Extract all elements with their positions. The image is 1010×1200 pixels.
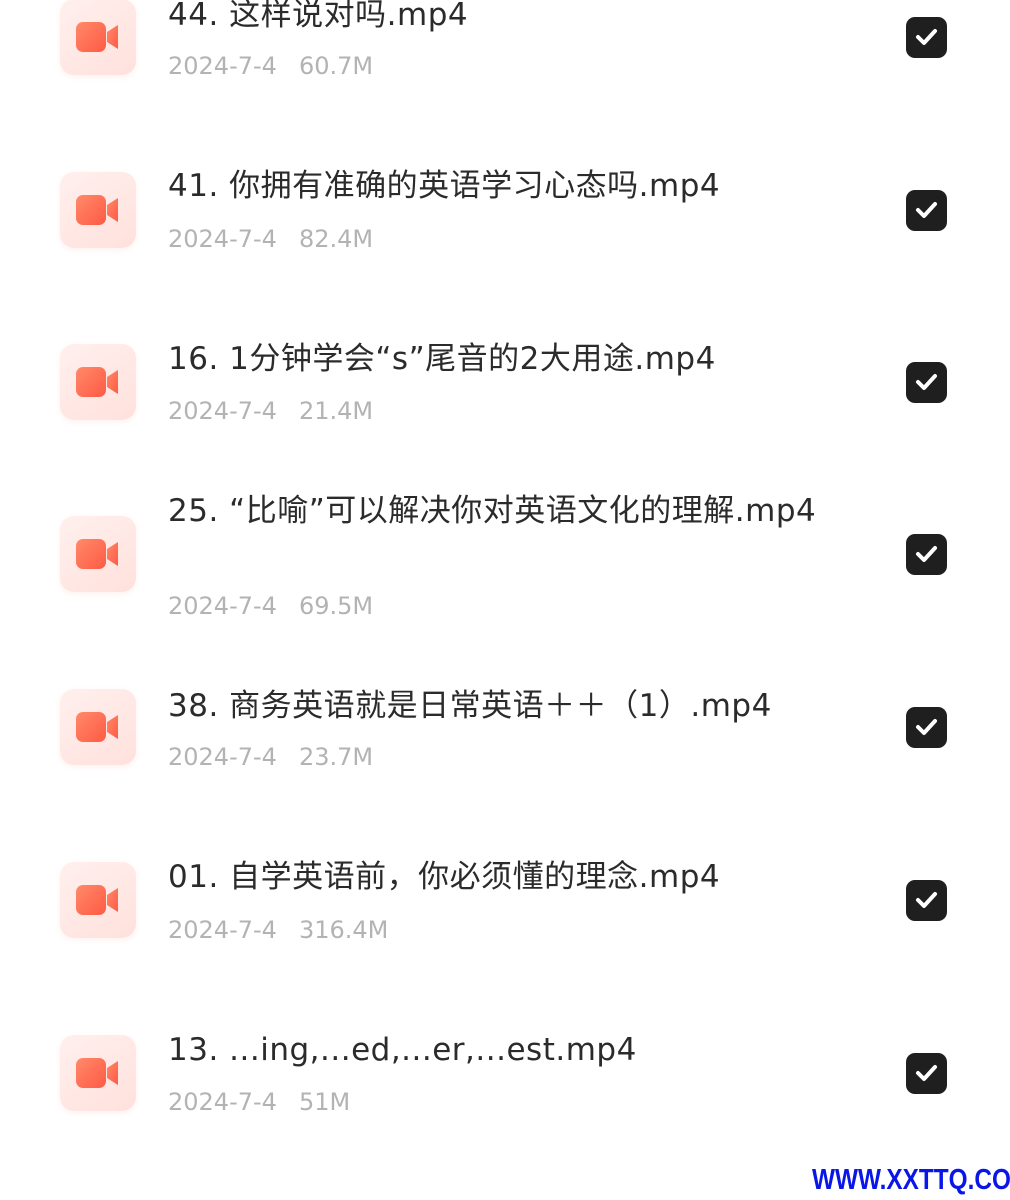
file-name: 44. 这样说对吗.mp4 xyxy=(168,0,469,33)
file-date: 2024-7-4 xyxy=(168,1088,277,1116)
file-checkbox[interactable] xyxy=(906,534,947,575)
file-meta: 2024-7-4 51M xyxy=(168,1087,350,1117)
video-camera-icon xyxy=(76,1058,118,1088)
file-meta: 2024-7-4 69.5M xyxy=(168,591,373,621)
checkmark-icon xyxy=(916,29,937,45)
checkmark-icon xyxy=(916,202,937,218)
file-size: 21.4M xyxy=(298,397,374,425)
video-camera-icon xyxy=(76,367,118,397)
file-date: 2024-7-4 xyxy=(168,916,277,944)
file-size: 60.7M xyxy=(298,52,374,80)
video-camera-icon xyxy=(76,539,118,569)
video-camera-icon xyxy=(76,195,118,225)
file-name: 25. “比喻”可以解决你对英语文化的理解.mp4 xyxy=(168,493,817,529)
file-date: 2024-7-4 xyxy=(168,52,277,80)
video-camera-icon xyxy=(76,712,118,742)
checkmark-icon xyxy=(916,546,937,562)
file-date: 2024-7-4 xyxy=(168,743,277,771)
video-camera-icon xyxy=(76,22,118,52)
file-name: 16. 1分钟学会“s”尾音的2大用途.mp4 xyxy=(168,341,716,377)
file-checkbox[interactable] xyxy=(906,1053,947,1094)
file-meta: 2024-7-4 82.4M xyxy=(168,224,373,254)
video-file-icon xyxy=(60,344,136,420)
watermark-text: WWW.XXTTQ.COM xyxy=(812,1164,1010,1196)
file-date: 2024-7-4 xyxy=(168,592,277,620)
checkmark-icon xyxy=(916,719,937,735)
file-size: 82.4M xyxy=(298,225,374,253)
file-meta: 2024-7-4 23.7M xyxy=(168,742,373,772)
file-checkbox[interactable] xyxy=(906,190,947,231)
file-size: 316.4M xyxy=(298,916,389,944)
video-file-icon xyxy=(60,689,136,765)
file-date: 2024-7-4 xyxy=(168,225,277,253)
file-name: 41. 你拥有准确的英语学习心态吗.mp4 xyxy=(168,168,721,204)
file-checkbox[interactable] xyxy=(906,17,947,58)
file-name: 38. 商务英语就是日常英语＋＋（1）.mp4 xyxy=(168,688,772,724)
file-list: 44. 这样说对吗.mp4 2024-7-4 60.7M 41. 你拥有准确的英语… xyxy=(0,0,1010,1200)
file-name: 13. ...ing,...ed,...er,...est.mp4 xyxy=(168,1032,637,1068)
file-size: 69.5M xyxy=(298,592,374,620)
video-file-icon xyxy=(60,862,136,938)
file-meta: 2024-7-4 316.4M xyxy=(168,915,388,945)
video-file-icon xyxy=(60,1035,136,1111)
checkmark-icon xyxy=(916,1065,937,1081)
file-checkbox[interactable] xyxy=(906,880,947,921)
file-meta: 2024-7-4 21.4M xyxy=(168,396,373,426)
file-checkbox[interactable] xyxy=(906,362,947,403)
file-name: 01. 自学英语前，你必须懂的理念.mp4 xyxy=(168,859,721,895)
file-size: 51M xyxy=(298,1088,351,1116)
file-checkbox[interactable] xyxy=(906,707,947,748)
checkmark-icon xyxy=(916,892,937,908)
video-file-icon xyxy=(60,0,136,75)
file-size: 23.7M xyxy=(298,743,374,771)
file-meta: 2024-7-4 60.7M xyxy=(168,51,373,81)
file-date: 2024-7-4 xyxy=(168,397,277,425)
checkmark-icon xyxy=(916,374,937,390)
video-file-icon xyxy=(60,516,136,592)
video-file-icon xyxy=(60,172,136,248)
video-camera-icon xyxy=(76,885,118,915)
